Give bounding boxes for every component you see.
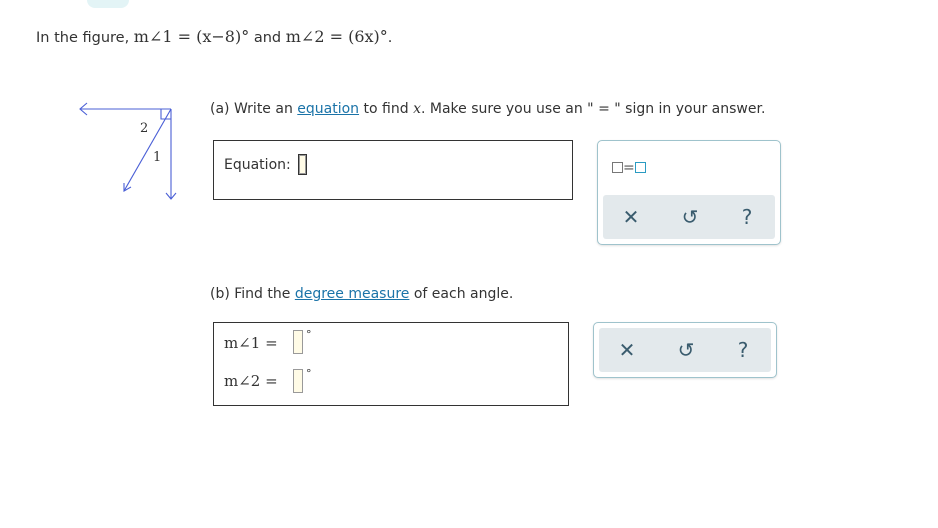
angle-answer-box: m∠1 = ° m∠2 = ° xyxy=(213,322,569,406)
equation-toolbar: = ✕ ↺ ? xyxy=(597,140,781,245)
angle-toolbar: ✕ ↺ ? xyxy=(593,322,777,378)
problem-joiner: and xyxy=(253,30,282,46)
angle2-input[interactable] xyxy=(293,369,303,393)
equation-label: Equation: xyxy=(224,157,291,173)
part-b-prompt: (b) Find the degree measure of each angl… xyxy=(210,286,514,302)
angle2-expression: m∠2 = (6x)° xyxy=(285,27,388,46)
degree-measure-link[interactable]: degree measure xyxy=(295,286,410,302)
help-icon[interactable]: ? xyxy=(735,205,759,229)
angle1-input[interactable] xyxy=(293,330,303,354)
top-tab[interactable] xyxy=(87,0,129,8)
label-angle-1: 1 xyxy=(153,150,161,165)
degree-symbol: ° xyxy=(306,328,312,341)
undo-icon[interactable]: ↺ xyxy=(674,338,698,362)
clear-icon[interactable]: ✕ xyxy=(619,205,643,229)
action-bar: ✕ ↺ ? xyxy=(599,328,771,372)
undo-icon[interactable]: ↺ xyxy=(678,205,702,229)
problem-statement: In the figure, m∠1 = (x−8)° and m∠2 = (6… xyxy=(36,27,392,46)
label-angle-2: 2 xyxy=(140,121,148,136)
angle1-label: m∠1 = xyxy=(224,334,278,352)
clear-icon[interactable]: ✕ xyxy=(615,338,639,362)
help-icon[interactable]: ? xyxy=(731,338,755,362)
action-bar: ✕ ↺ ? xyxy=(603,195,775,239)
box-icon xyxy=(634,162,646,173)
angle1-expression: m∠1 = (x−8)° xyxy=(133,27,250,46)
box-icon xyxy=(612,162,623,173)
equation-answer-box: Equation: xyxy=(213,140,573,200)
equation-link[interactable]: equation xyxy=(297,101,359,117)
angle2-label: m∠2 = xyxy=(224,372,278,390)
problem-intro: In the figure, xyxy=(36,30,130,46)
equation-input[interactable] xyxy=(298,154,307,175)
angle-figure: 2 1 xyxy=(79,102,177,200)
problem-end: . xyxy=(387,30,393,46)
degree-symbol: ° xyxy=(306,367,312,380)
part-a-prompt: (a) Write an equation to find x. Make su… xyxy=(210,101,766,117)
equation-template-button[interactable]: = xyxy=(612,160,646,176)
